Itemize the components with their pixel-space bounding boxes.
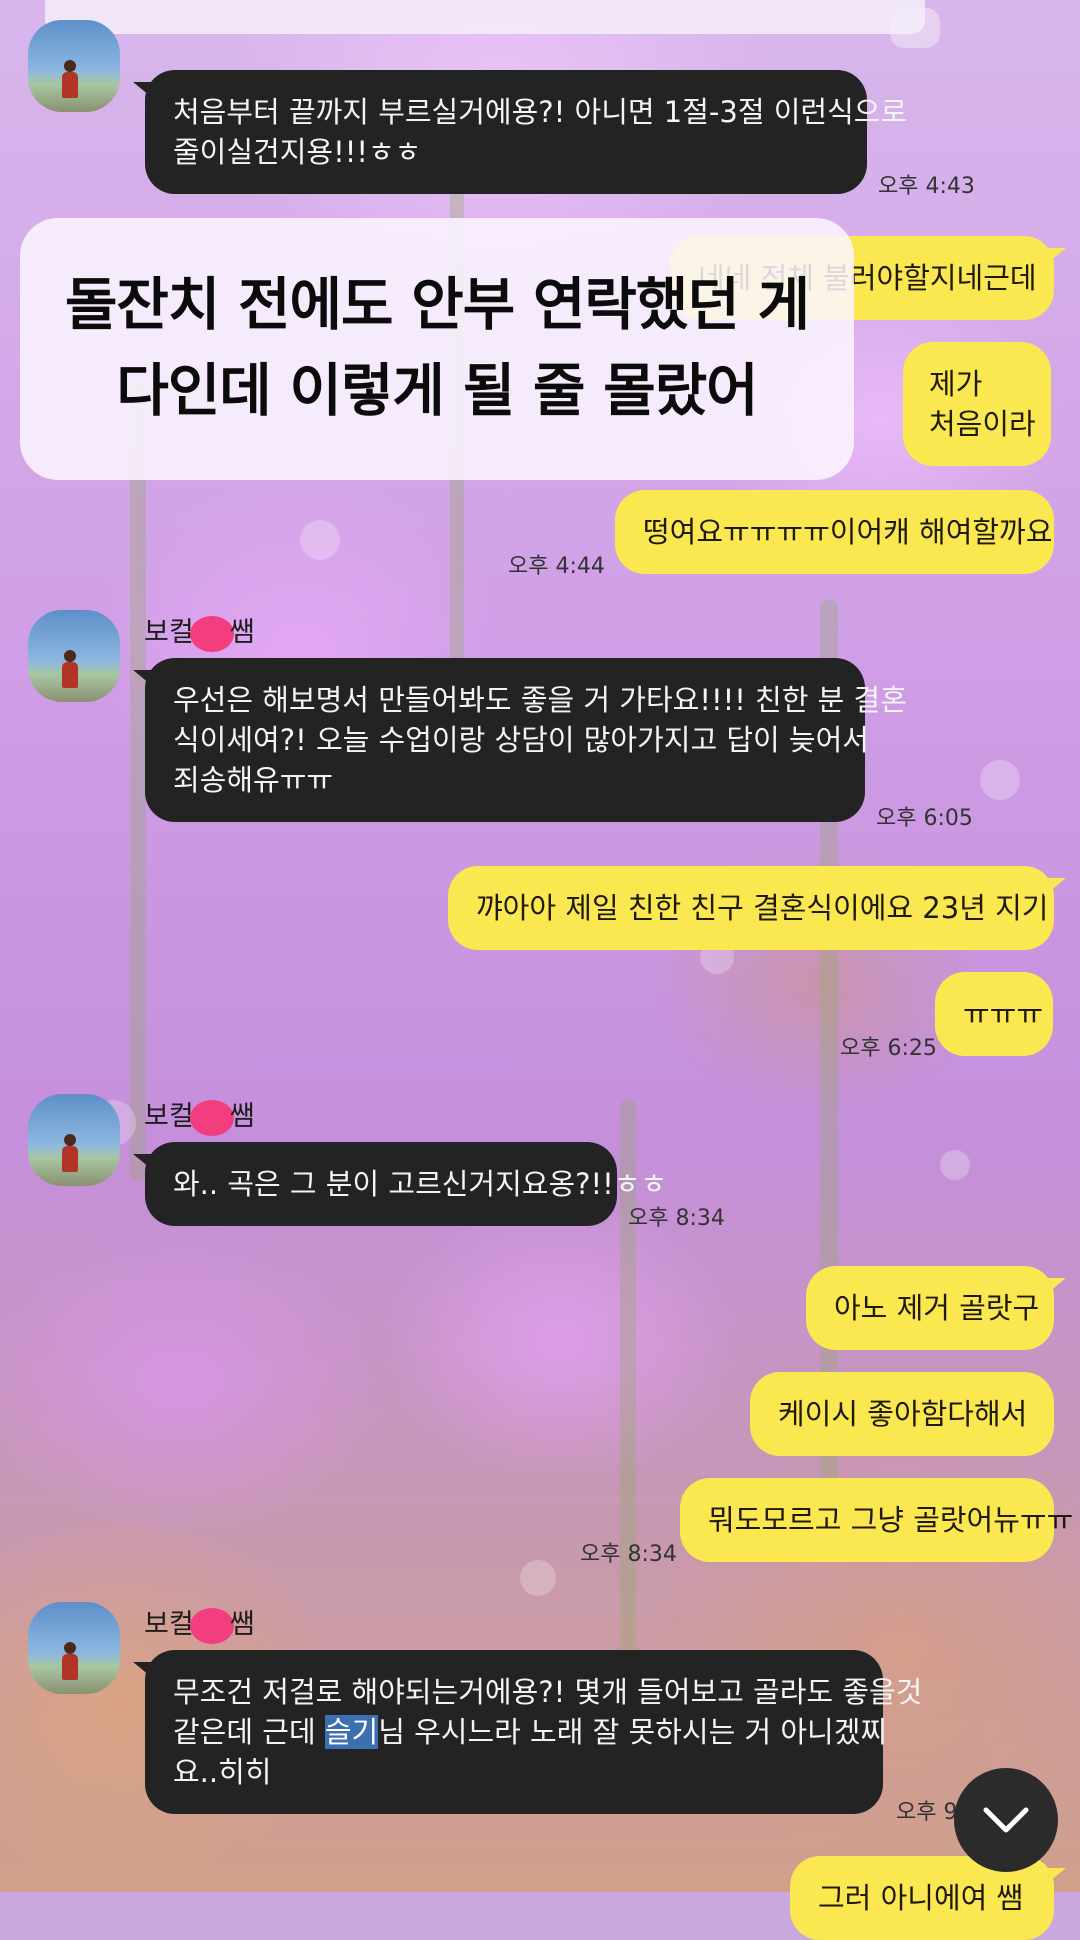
received-message: 와.. 곡은 그 분이 고르신거지요옹?!!ㅎㅎ bbox=[133, 1142, 667, 1226]
caption-line-2: 다인데 이렇게 될 줄 몰랐어 bbox=[116, 358, 758, 424]
received-message: 우선은 해보명서 만들어봐도 좋을 거 가타요!!!! 친한 분 결혼 식이세여… bbox=[133, 658, 907, 822]
top-menu-button[interactable] bbox=[890, 8, 940, 48]
sender-avatar[interactable] bbox=[28, 1094, 120, 1186]
redaction-mark bbox=[189, 1607, 234, 1644]
highlighted-name: 슬기 bbox=[324, 1715, 379, 1749]
sent-message: 꺄아아 제일 친한 친구 결혼식이에요 23년 지기 bbox=[448, 866, 1066, 950]
message-time: 오후 4:43 bbox=[878, 174, 975, 199]
sender-avatar[interactable] bbox=[28, 1602, 120, 1694]
redaction-mark bbox=[189, 1099, 234, 1136]
received-message: 처음부터 끝까지 부르실거에용?! 아니면 1절-3절 이런식으로 줄이실건지용… bbox=[133, 70, 907, 194]
message-time: 오후 4:44 bbox=[508, 554, 605, 579]
sent-message: 케이시 좋아함다해서 bbox=[750, 1372, 1054, 1456]
message-time: 오후 6:05 bbox=[876, 806, 973, 831]
top-search-bar[interactable] bbox=[45, 0, 925, 34]
redaction-mark bbox=[189, 615, 234, 652]
chevron-down-icon bbox=[983, 1807, 1029, 1833]
sender-avatar[interactable] bbox=[28, 20, 120, 112]
received-message: 무조건 저걸로 해야되는거에용?! 몇개 들어보고 골라도 좋을것 같은데 근데… bbox=[133, 1650, 922, 1814]
sender-name: 보컬 쌤 bbox=[144, 1094, 255, 1136]
sender-avatar[interactable] bbox=[28, 610, 120, 702]
sent-message: 떵여요ㅠㅠㅠㅠ이어캐 해여할까요 bbox=[615, 490, 1054, 574]
sent-message: 뭐도모르고 그냥 골랏어뉴ㅠㅠ bbox=[680, 1478, 1073, 1562]
sent-message: 제가 처음이라 bbox=[903, 342, 1051, 466]
sender-name: 보컬 쌤 bbox=[144, 1602, 255, 1644]
sent-message: ㅠㅠㅠ bbox=[935, 972, 1053, 1056]
sender-name: 보컬 쌤 bbox=[144, 610, 255, 652]
message-time: 오후 8:34 bbox=[580, 1542, 677, 1567]
sent-message: 아노 제거 골랏구 bbox=[806, 1266, 1066, 1350]
scroll-to-bottom-button[interactable] bbox=[954, 1768, 1058, 1872]
caption-line-1: 돌잔치 전에도 안부 연락했던 게 bbox=[64, 272, 810, 338]
message-time: 오후 6:25 bbox=[840, 1036, 937, 1061]
video-caption-overlay: 돌잔치 전에도 안부 연락했던 게 다인데 이렇게 될 줄 몰랐어 bbox=[20, 218, 854, 480]
message-time: 오후 8:34 bbox=[628, 1206, 725, 1231]
